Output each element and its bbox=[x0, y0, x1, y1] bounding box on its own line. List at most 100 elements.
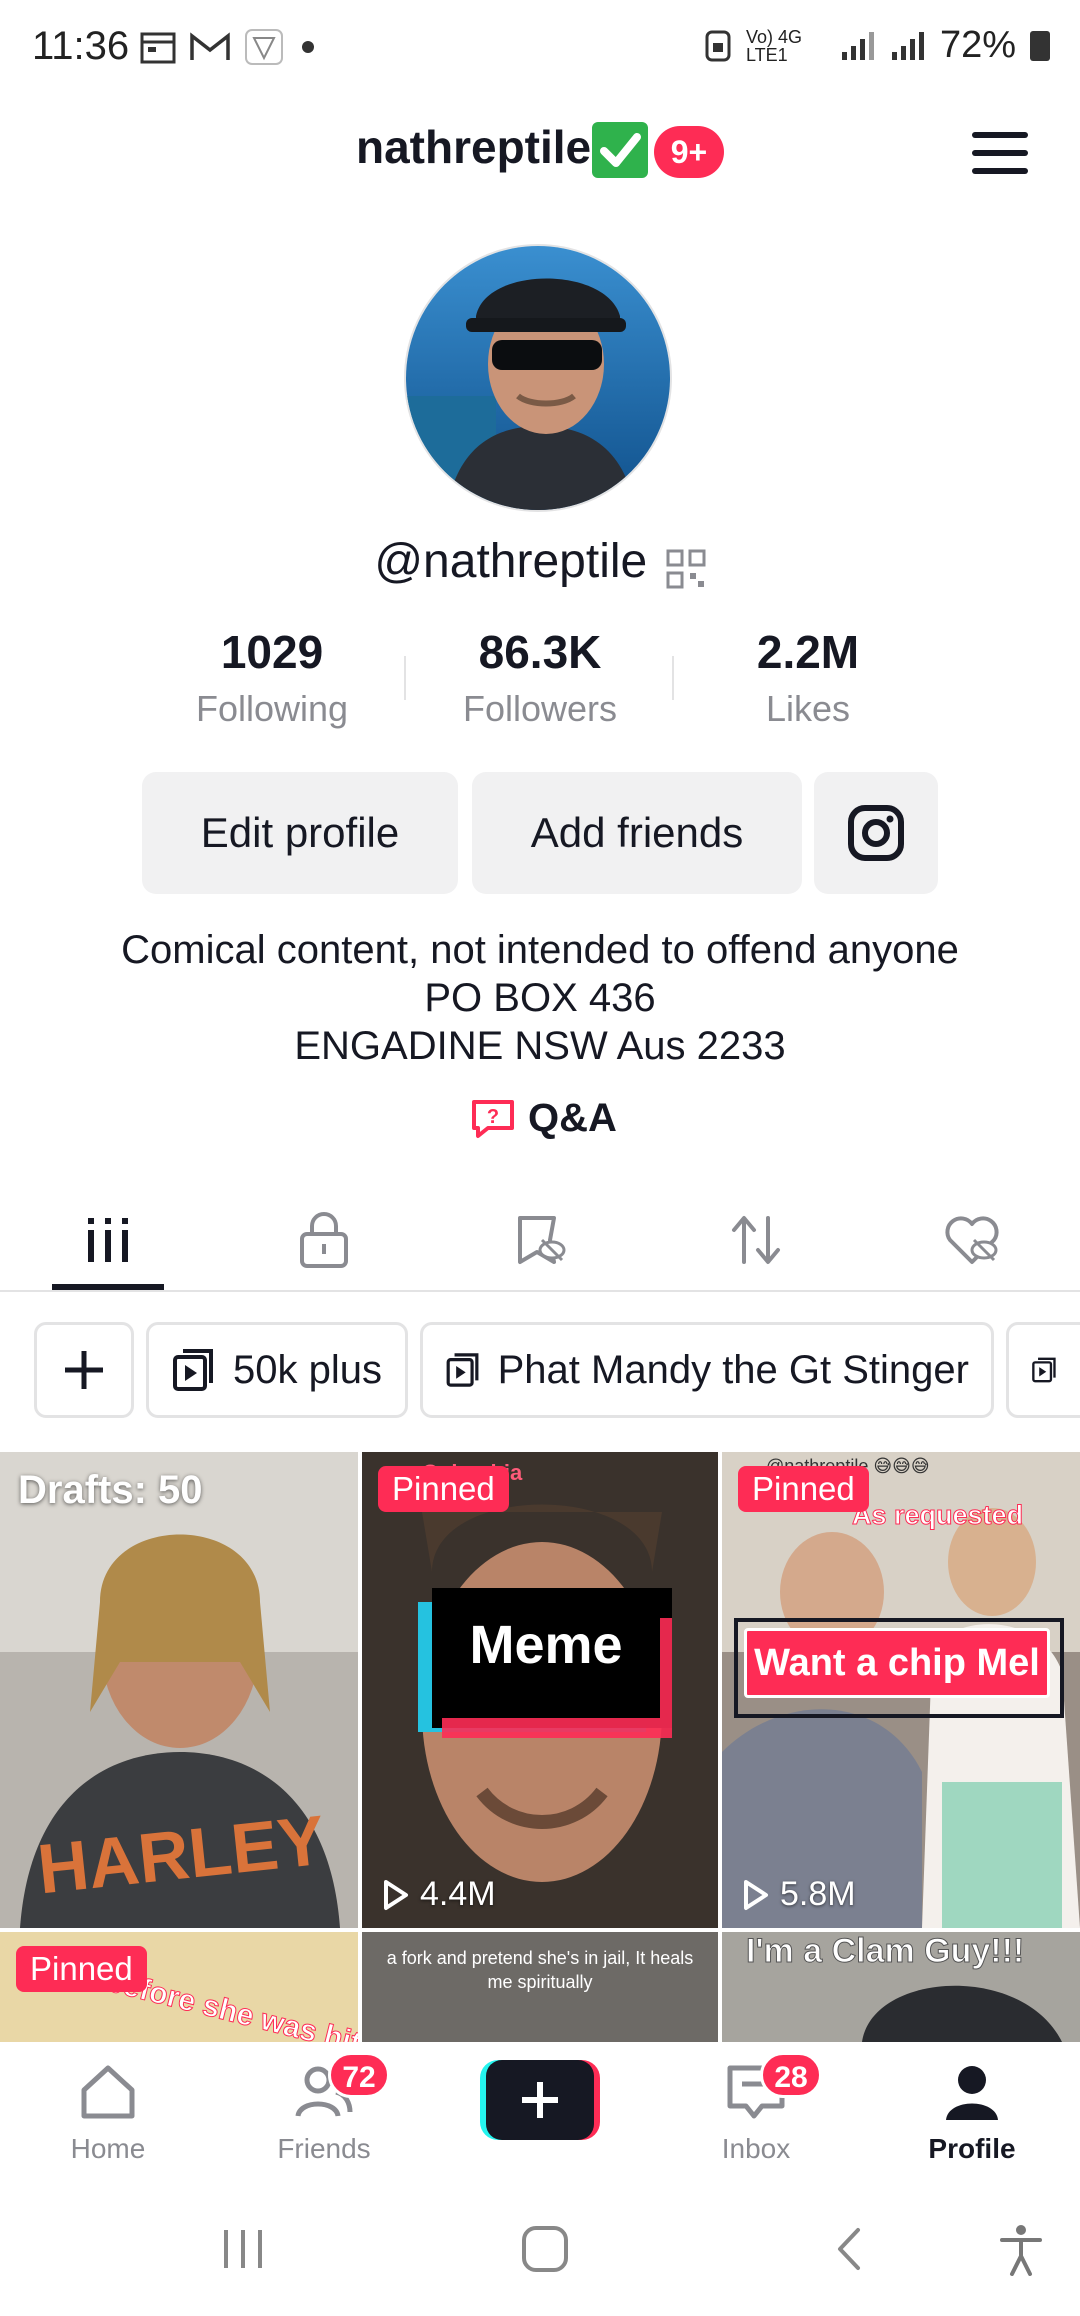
instagram-button[interactable] bbox=[814, 772, 938, 894]
menu-icon[interactable] bbox=[970, 128, 1030, 178]
qa-label: Q&A bbox=[528, 1096, 617, 1140]
video-tile[interactable]: I'm a Clam Guy!!! bbox=[722, 1932, 1080, 2042]
drafts-label: Drafts: 50 bbox=[18, 1468, 203, 1512]
stat-divider bbox=[672, 656, 674, 700]
nav-profile[interactable]: Profile bbox=[892, 2060, 1052, 2165]
drafts-thumbnail: HARLEY bbox=[0, 1452, 358, 1928]
plus-icon bbox=[65, 1351, 103, 1389]
notification-badge[interactable]: 9+ bbox=[654, 126, 724, 178]
view-count-value: 4.4M bbox=[420, 1875, 496, 1913]
drafts-tile[interactable]: HARLEY Drafts: 50 bbox=[0, 1452, 358, 1928]
followers-label: Followers bbox=[462, 688, 618, 729]
tab-reposts[interactable] bbox=[726, 1210, 786, 1270]
bio-line: PO BOX 436 bbox=[424, 976, 656, 1020]
playlist-chip[interactable]: Phat Mandy the Gt Stinger bbox=[420, 1322, 994, 1418]
status-time: 11:36 bbox=[32, 24, 130, 68]
playlist-chip[interactable]: 50k plus bbox=[146, 1322, 408, 1418]
home-button-icon[interactable] bbox=[520, 2224, 570, 2274]
playlist-chip-partial[interactable] bbox=[1006, 1322, 1080, 1418]
edit-profile-button[interactable]: Edit profile bbox=[142, 772, 458, 894]
view-count: 5.8M bbox=[742, 1875, 856, 1914]
overlay-text: Want a chip Mel bbox=[744, 1628, 1050, 1698]
battery-percent: 72% bbox=[939, 24, 1016, 66]
playlist-icon bbox=[446, 1353, 479, 1387]
app-notification-icon bbox=[245, 29, 283, 65]
stat-likes[interactable]: 2.2M Likes bbox=[688, 622, 928, 730]
bio-line: Comical content, not intended to offend … bbox=[121, 928, 959, 972]
alarm-lock-icon bbox=[705, 30, 731, 61]
qa-link[interactable]: ? Q&A bbox=[470, 1096, 617, 1141]
pinned-badge: Pinned bbox=[16, 1946, 147, 1992]
playlist-label: 50k plus bbox=[233, 1347, 382, 1392]
recent-apps-icon[interactable] bbox=[218, 2224, 268, 2274]
video-tile[interactable]: me before she was hit by a car! Pinned bbox=[0, 1932, 358, 2042]
stat-divider bbox=[404, 656, 406, 700]
nav-inbox[interactable]: Inbox 28 bbox=[676, 2052, 836, 2165]
instagram-icon bbox=[848, 805, 904, 861]
nav-home[interactable]: Home bbox=[28, 2060, 188, 2165]
profile-icon bbox=[946, 2066, 998, 2120]
qa-icon: ? bbox=[472, 1099, 514, 1138]
status-right: Vo) 4G LTE1 72% bbox=[704, 24, 1050, 67]
tab-private[interactable] bbox=[294, 1210, 354, 1270]
pinned-badge: Pinned bbox=[378, 1466, 509, 1512]
nav-friends-label: Friends bbox=[277, 2133, 371, 2164]
likes-label: Likes bbox=[765, 688, 851, 729]
gmail-icon bbox=[190, 32, 230, 60]
play-icon bbox=[384, 1879, 408, 1910]
inbox-badge: 28 bbox=[760, 2052, 822, 2098]
stat-following[interactable]: 1029 Following bbox=[152, 622, 392, 730]
create-button[interactable] bbox=[480, 2060, 600, 2140]
profile-bio: Comical content, not intended to offend … bbox=[0, 926, 1080, 1070]
view-count: 4.4M bbox=[382, 1875, 496, 1914]
back-icon[interactable] bbox=[824, 2224, 874, 2274]
qr-code-icon[interactable] bbox=[666, 549, 706, 589]
lock-icon bbox=[300, 1212, 348, 1268]
status-bar: 11:36 Vo) 4G LTE1 72% bbox=[0, 0, 1080, 95]
tab-videos[interactable] bbox=[78, 1210, 138, 1270]
signal-icon-2 bbox=[891, 31, 924, 60]
nav-profile-label: Profile bbox=[928, 2133, 1016, 2164]
home-icon bbox=[81, 2065, 135, 2119]
accessibility-icon[interactable] bbox=[996, 2222, 1046, 2276]
verified-check-icon bbox=[592, 122, 648, 178]
nav-friends[interactable]: Friends 72 bbox=[244, 2052, 404, 2165]
playlist-icon bbox=[173, 1349, 213, 1391]
bottom-nav: Home Friends 72 Inbox 28 Profile bbox=[0, 2042, 1080, 2182]
signal-icon bbox=[841, 31, 874, 60]
following-count: 1029 bbox=[220, 626, 324, 678]
play-icon bbox=[744, 1879, 768, 1910]
add-playlist-button[interactable] bbox=[34, 1322, 134, 1418]
liked-hidden-icon bbox=[945, 1216, 999, 1264]
handle-row: @nathreptile bbox=[0, 534, 1080, 593]
video-tile[interactable]: Columbia Meme Pinned 4.4M bbox=[362, 1452, 718, 1928]
page-title[interactable]: nathreptile bbox=[356, 120, 591, 174]
followers-count: 86.3K bbox=[478, 626, 602, 678]
overlay-text: I'm a Clam Guy!!! bbox=[745, 1932, 1025, 1971]
repost-icon bbox=[732, 1216, 780, 1264]
avatar[interactable] bbox=[404, 244, 672, 512]
profile-handle: @nathreptile bbox=[374, 535, 648, 588]
nav-home-label: Home bbox=[70, 2133, 146, 2164]
video-thumbnail bbox=[362, 1452, 718, 1928]
bookmark-hidden-icon bbox=[518, 1216, 566, 1264]
nav-inbox-label: Inbox bbox=[721, 2133, 791, 2164]
tab-favorites[interactable] bbox=[510, 1210, 570, 1270]
add-friends-button[interactable]: Add friends bbox=[472, 772, 802, 894]
calendar-icon bbox=[140, 32, 176, 64]
bio-line: ENGADINE NSW Aus 2233 bbox=[294, 1024, 786, 1068]
network-label: Vo) 4G LTE1 bbox=[745, 26, 802, 65]
video-tile[interactable]: @nathreptile 😅😅😅 As requested Want a chi… bbox=[722, 1452, 1080, 1928]
system-nav-bar bbox=[0, 2182, 1080, 2316]
videos-grid-icon bbox=[88, 1218, 128, 1262]
tab-liked[interactable] bbox=[942, 1210, 1002, 1270]
following-label: Following bbox=[195, 688, 349, 729]
stat-followers[interactable]: 86.3K Followers bbox=[420, 622, 660, 730]
overlay-text: a fork and pretend she's in jail, It hea… bbox=[386, 1948, 694, 1992]
playlist-icon bbox=[1032, 1357, 1056, 1383]
playlist-label: Phat Mandy the Gt Stinger bbox=[497, 1347, 969, 1392]
view-count-value: 5.8M bbox=[780, 1875, 856, 1913]
svg-text:?: ? bbox=[487, 1106, 499, 1128]
video-tile[interactable]: a fork and pretend she's in jail, It hea… bbox=[362, 1932, 718, 2042]
content-tabs bbox=[0, 1190, 1080, 1292]
